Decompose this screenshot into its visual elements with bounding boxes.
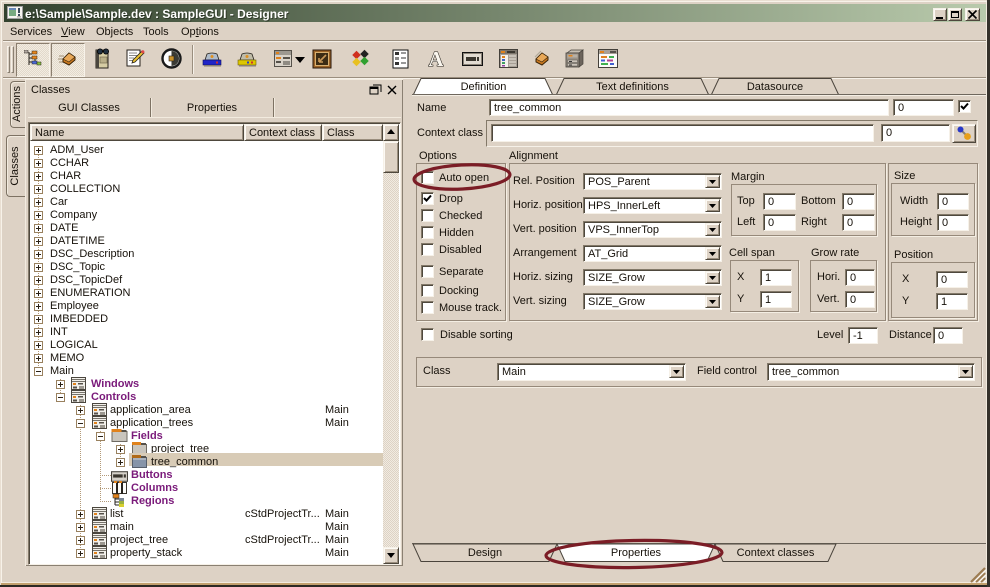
svg-text:A: A	[428, 47, 444, 71]
